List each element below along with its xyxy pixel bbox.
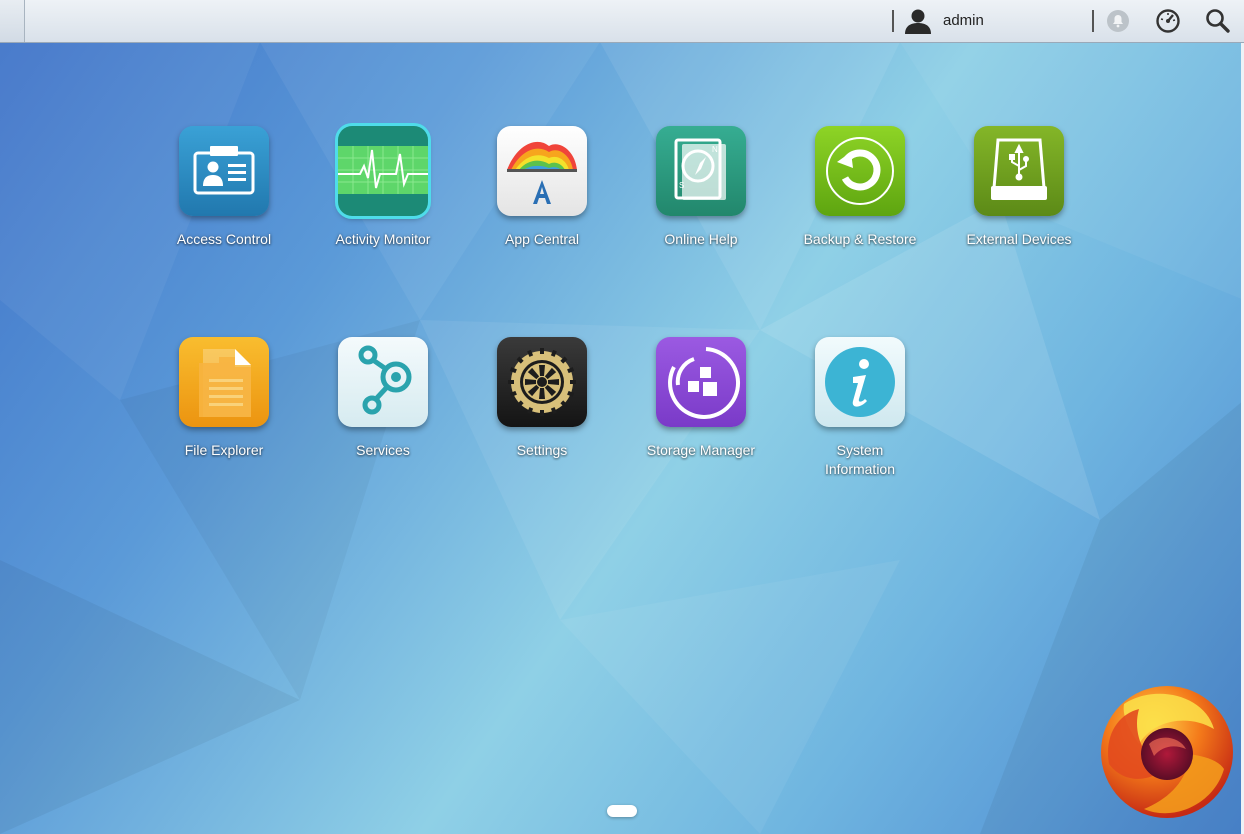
- search-icon[interactable]: [1204, 7, 1232, 35]
- app-access-control[interactable]: Access Control: [149, 126, 299, 249]
- app-label: Activity Monitor: [335, 231, 431, 247]
- app-activity-monitor[interactable]: Activity Monitor: [308, 126, 458, 249]
- app-central-rainbow-icon: [497, 126, 587, 216]
- storage-blocks-icon: [656, 337, 746, 427]
- id-card-icon: [179, 126, 269, 216]
- document-folder-icon: [179, 337, 269, 427]
- app-label: Storage Manager: [646, 442, 756, 458]
- app-app-central[interactable]: App Central: [467, 126, 617, 249]
- app-external-devices[interactable]: External Devices: [944, 126, 1094, 249]
- usb-drive-icon: [974, 126, 1064, 216]
- app-file-explorer[interactable]: File Explorer: [149, 337, 299, 460]
- app-storage-manager[interactable]: Storage Manager: [626, 337, 776, 460]
- app-online-help[interactable]: N S Online Help: [626, 126, 776, 249]
- app-label: Services: [356, 442, 410, 458]
- app-system-information[interactable]: System Information: [785, 337, 935, 479]
- svg-text:N: N: [712, 145, 718, 154]
- dashboard-gauge-icon[interactable]: [1154, 7, 1182, 35]
- app-settings[interactable]: Settings: [467, 337, 617, 460]
- app-label: Settings: [516, 442, 568, 458]
- app-label: File Explorer: [184, 442, 264, 458]
- top-bar: admin: [0, 0, 1244, 43]
- info-icon: [815, 337, 905, 427]
- notification-bell-icon[interactable]: [1104, 7, 1132, 35]
- app-services[interactable]: Services: [308, 337, 458, 460]
- app-label: Access Control: [176, 231, 272, 247]
- username-label[interactable]: admin: [943, 12, 984, 29]
- sidebar-toggle-tab[interactable]: [0, 0, 25, 42]
- backup-circle-arrow-icon: [815, 126, 905, 216]
- app-label: Backup & Restore: [803, 231, 917, 247]
- services-node-icon: [338, 337, 428, 427]
- svg-text:S: S: [679, 181, 684, 190]
- gear-wheel-icon: [497, 337, 587, 427]
- divider: [892, 10, 894, 32]
- app-label: System Information: [824, 442, 896, 477]
- app-label: Online Help: [664, 231, 738, 247]
- app-label: External Devices: [966, 231, 1072, 247]
- app-label: App Central: [505, 231, 579, 247]
- app-backup-restore[interactable]: Backup & Restore: [785, 126, 935, 249]
- brand-logo-icon: [1101, 686, 1233, 818]
- divider: [1092, 10, 1094, 32]
- user-icon[interactable]: [904, 8, 932, 34]
- page-indicator[interactable]: [607, 805, 637, 817]
- heartbeat-monitor-icon: [338, 126, 428, 216]
- compass-book-icon: N S: [656, 126, 746, 216]
